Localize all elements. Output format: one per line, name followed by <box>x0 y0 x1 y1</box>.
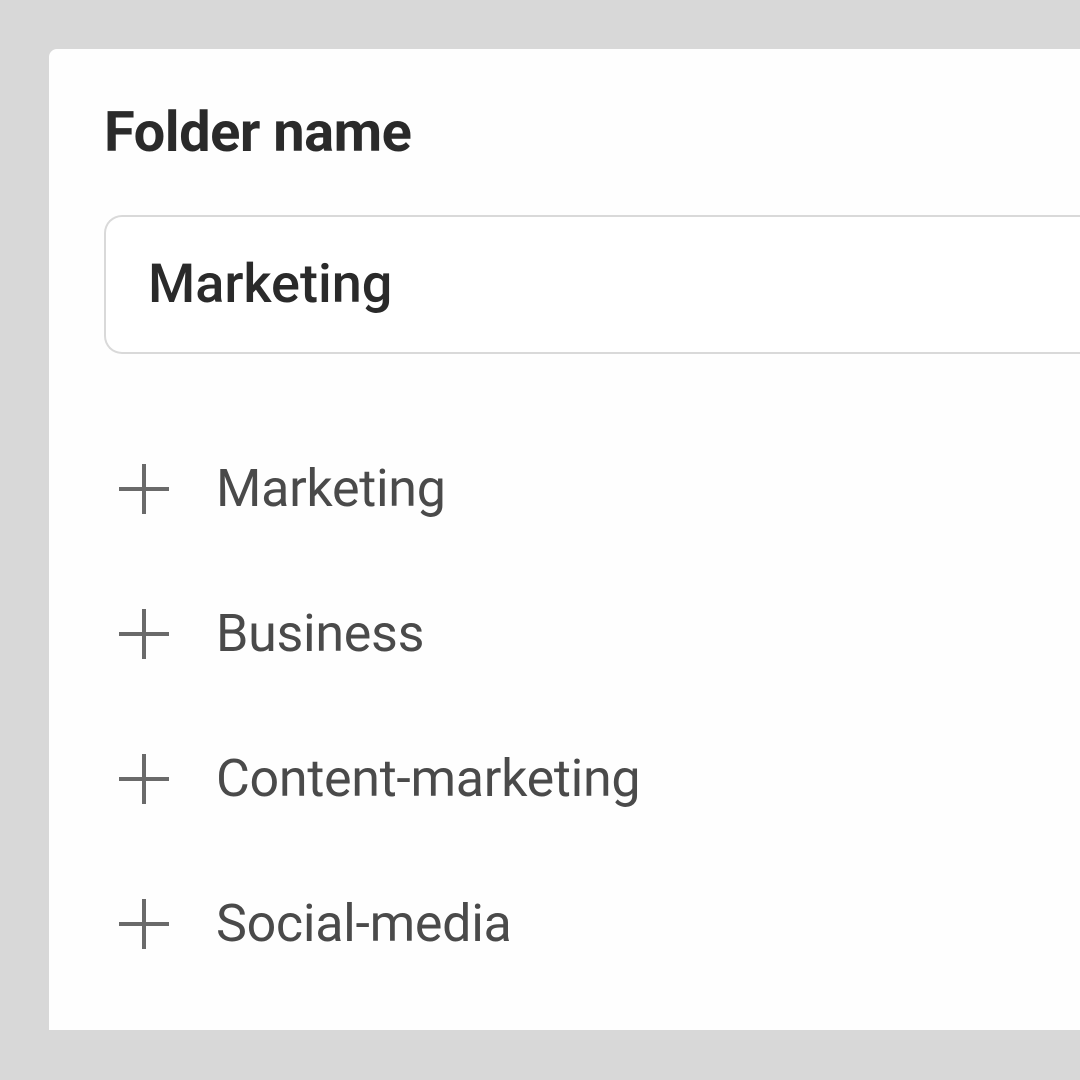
suggestion-item[interactable]: Business <box>116 561 1080 706</box>
folder-name-dialog: Folder name Marketing Business <box>49 49 1080 1030</box>
suggestion-label: Social-media <box>216 893 512 954</box>
suggestion-item[interactable]: Content-marketing <box>116 706 1080 851</box>
suggestion-item[interactable]: Marketing <box>116 416 1080 561</box>
suggestion-item[interactable]: Social-media <box>116 851 1080 996</box>
dialog-title: Folder name <box>104 99 1080 165</box>
plus-icon <box>116 606 172 662</box>
folder-name-input[interactable] <box>104 215 1080 354</box>
suggestion-label: Business <box>216 603 424 664</box>
suggestion-label: Content-marketing <box>216 748 640 809</box>
suggestion-label: Marketing <box>216 458 446 519</box>
plus-icon <box>116 751 172 807</box>
plus-icon <box>116 461 172 517</box>
plus-icon <box>116 896 172 952</box>
suggestions-list: Marketing Business Content-marketing <box>104 416 1080 996</box>
